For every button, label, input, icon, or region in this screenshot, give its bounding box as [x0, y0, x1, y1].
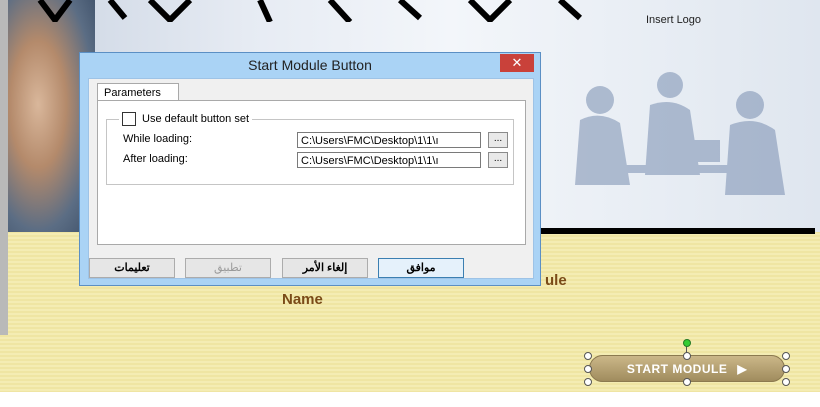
dialog-title: Start Module Button — [248, 57, 372, 73]
use-default-option[interactable]: Use default button set — [119, 112, 253, 126]
start-module-label: START MODULE — [626, 361, 728, 376]
button-set-group: Use default button set While loading: C:… — [106, 112, 514, 185]
cancel-button[interactable]: إلغاء الأمر — [282, 258, 368, 278]
after-loading-label: After loading: — [123, 153, 188, 165]
after-loading-browse-button[interactable]: ... — [488, 152, 508, 168]
while-loading-label: While loading: — [123, 133, 193, 145]
resize-handle-right[interactable] — [782, 365, 790, 373]
resize-handle-bottom-left[interactable] — [584, 378, 592, 386]
pointer-arrow-graphic — [500, 216, 815, 246]
resize-handle-left[interactable] — [584, 365, 592, 373]
use-default-checkbox[interactable] — [122, 112, 136, 126]
resize-handle-top-right[interactable] — [782, 352, 790, 360]
rotation-handle[interactable] — [683, 339, 691, 347]
while-loading-browse-button[interactable]: ... — [488, 132, 508, 148]
bottom-margin — [0, 392, 820, 407]
while-loading-path-field[interactable]: C:\Users\FMC\Desktop\1\1\ı — [297, 132, 481, 148]
play-icon: ▶ — [737, 361, 748, 376]
resize-handle-bottom[interactable] — [683, 378, 691, 386]
resize-handle-top-left[interactable] — [584, 352, 592, 360]
use-default-label: Use default button set — [142, 113, 250, 125]
dialog-client-area: Parameters Use default button set While … — [88, 78, 534, 279]
resize-handle-top[interactable] — [683, 352, 691, 360]
dialog-titlebar[interactable]: Start Module Button ✕ — [80, 53, 540, 77]
after-loading-path-field[interactable]: C:\Users\FMC\Desktop\1\1\ı — [297, 152, 481, 168]
close-button[interactable]: ✕ — [500, 54, 534, 72]
insert-logo-placeholder[interactable]: Insert Logo — [646, 14, 701, 26]
ok-button[interactable]: موافق — [378, 258, 464, 278]
apply-button[interactable]: تطبيق — [185, 258, 271, 278]
help-button[interactable]: تعليمات — [89, 258, 175, 278]
people-silhouette-graphic — [575, 72, 785, 195]
left-edge-strip — [0, 0, 8, 335]
start-module-button-dialog: Start Module Button ✕ Parameters Use def… — [79, 52, 541, 286]
parameters-panel: Use default button set While loading: C:… — [97, 100, 526, 245]
module-title-text[interactable]: ule — [545, 272, 567, 289]
name-text[interactable]: Name — [282, 291, 323, 308]
tab-parameters[interactable]: Parameters — [97, 83, 179, 101]
resize-handle-bottom-right[interactable] — [782, 378, 790, 386]
